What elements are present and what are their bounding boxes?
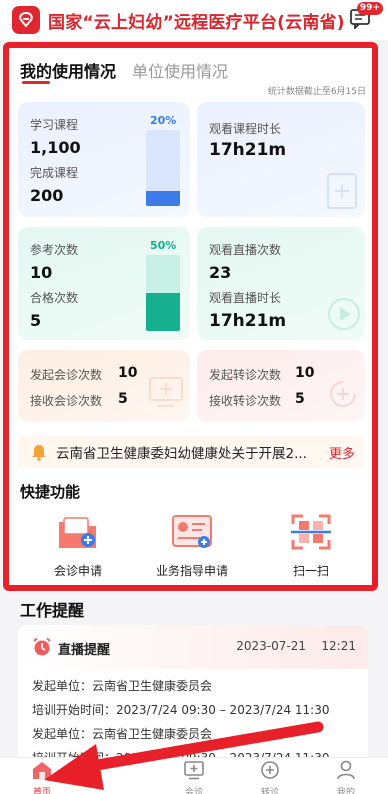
quick-consult-label: 会诊申请	[53, 564, 102, 578]
tab-my-usage[interactable]: 我的使用情况	[20, 58, 116, 82]
book-icon	[327, 173, 357, 209]
exam-percent: 50%	[150, 239, 177, 252]
passed-label: 合格次数	[30, 291, 79, 305]
course-time-value: 17h21m	[209, 140, 287, 160]
quick-scan-label: 扫一扫	[292, 564, 329, 578]
reminder-time: 12:21	[321, 639, 356, 653]
course-time-card[interactable]: 观看课程时长 17h21m	[197, 102, 365, 217]
reminder-title: 直播提醒	[58, 643, 111, 658]
tabbar-home-label: 首页	[32, 788, 51, 794]
quick-guidance-apply[interactable]: 业务指导申请	[144, 512, 240, 579]
tabbar-consult-label: 会诊	[184, 788, 203, 794]
referral-receive-label: 接收转诊次数	[209, 394, 282, 408]
message-badge: 99+	[356, 2, 383, 15]
completed-value: 200	[30, 186, 64, 205]
tabbar-mine-label: 我的	[336, 788, 355, 794]
play-icon	[328, 298, 360, 330]
tabbar-consult[interactable]: 会诊	[164, 760, 224, 794]
consult-receive-value: 5	[118, 391, 128, 407]
consult-monitor-icon	[184, 761, 204, 780]
consult-start-value: 10	[118, 365, 138, 381]
completed-label: 完成课程	[30, 166, 79, 180]
course-stat-card[interactable]: 学习课程 1,100 完成课程 200 20%	[18, 102, 190, 217]
reminder-date: 2023-07-21	[236, 639, 306, 653]
tabbar-home[interactable]: 首页	[12, 760, 72, 794]
app-title: 国家“云上妇幼”远程医疗平台(云南省)	[48, 12, 345, 33]
reminder-line: 发起单位：云南省卫生健康委员会	[32, 727, 213, 741]
consult-receive-label: 接收会诊次数	[30, 394, 103, 408]
reminder-line: 发起单位：云南省卫生健康委员会	[32, 679, 213, 693]
course-progress-bar	[146, 130, 180, 206]
message-button[interactable]: 99+	[350, 2, 383, 31]
referral-stat-card[interactable]: 发起转诊次数 10 接收转诊次数 5	[197, 350, 365, 422]
user-icon	[337, 760, 355, 780]
quick-consult-apply[interactable]: 会诊申请	[30, 512, 126, 579]
live-time-value: 17h21m	[209, 311, 287, 331]
active-tab-indicator	[22, 81, 50, 84]
course-time-label: 观看课程时长	[209, 122, 282, 136]
notice-more-link[interactable]: 更多	[329, 443, 355, 462]
scan-icon	[291, 514, 331, 550]
exam-value: 10	[30, 263, 53, 282]
consult-folder-icon	[59, 517, 96, 548]
exam-progress-fill	[146, 293, 180, 331]
referral-start-value: 10	[295, 365, 315, 381]
bell-icon	[32, 445, 46, 461]
referral-receive-value: 5	[295, 391, 305, 407]
course-label: 学习课程	[30, 118, 79, 132]
home-icon	[33, 762, 51, 779]
tab-unit-usage[interactable]: 单位使用情况	[132, 58, 228, 82]
quick-functions-title: 快捷功能	[20, 483, 81, 501]
course-progress-fill	[146, 190, 180, 206]
notice-text: 云南省卫生健康委妇幼健康处关于开展2...	[56, 446, 307, 462]
consult-stat-card[interactable]: 发起会诊次数 10 接收会诊次数 5	[18, 350, 190, 422]
exam-stat-card[interactable]: 参考次数 10 合格次数 5 50%	[18, 227, 190, 340]
bottom-tab-bar: 首页 会诊 转诊 我的	[0, 757, 388, 794]
tabbar-referral[interactable]: 转诊	[240, 760, 300, 794]
app-logo-icon	[12, 6, 40, 34]
live-count-label: 观看直播次数	[209, 243, 282, 257]
tabbar-mine[interactable]: 我的	[316, 760, 376, 794]
reminder-line: 培训开始时间：2023/7/24 09:30 – 2023/7/24 11:30	[32, 703, 330, 717]
quick-scan[interactable]: 扫一扫	[263, 512, 359, 579]
quick-guidance-label: 业务指导申请	[155, 564, 228, 578]
alarm-clock-icon	[33, 637, 51, 656]
usage-tabs: 我的使用情况 单位使用情况	[20, 58, 228, 82]
tabbar-referral-label: 转诊	[260, 788, 279, 794]
passed-value: 5	[30, 311, 42, 330]
exam-label: 参考次数	[30, 243, 79, 257]
live-stat-card[interactable]: 观看直播次数 23 观看直播时长 17h21m	[197, 227, 365, 340]
referral-cycle-icon	[330, 381, 356, 407]
live-time-label: 观看直播时长	[209, 291, 282, 305]
exam-progress-bar	[146, 255, 180, 331]
monitor-icon	[149, 377, 183, 407]
referral-icon	[261, 761, 279, 779]
live-reminder-card[interactable]: 直播提醒 2023-07-21 12:21 发起单位：云南省卫生健康委员会 培训…	[18, 625, 368, 765]
course-percent: 20%	[150, 114, 177, 127]
referral-start-label: 发起转诊次数	[209, 368, 282, 382]
app-header: 国家“云上妇幼”远程医疗平台(云南省) 99+	[0, 0, 388, 40]
notice-bar[interactable]: 云南省卫生健康委妇幼健康处关于开展2... 更多	[18, 436, 364, 468]
guidance-card-icon	[172, 515, 212, 548]
work-reminder-title: 工作提醒	[20, 601, 85, 620]
live-count-value: 23	[209, 263, 232, 282]
consult-start-label: 发起会诊次数	[30, 368, 103, 382]
course-value: 1,100	[30, 138, 81, 157]
stat-note: 统计数据截止至6月15日	[267, 87, 366, 97]
